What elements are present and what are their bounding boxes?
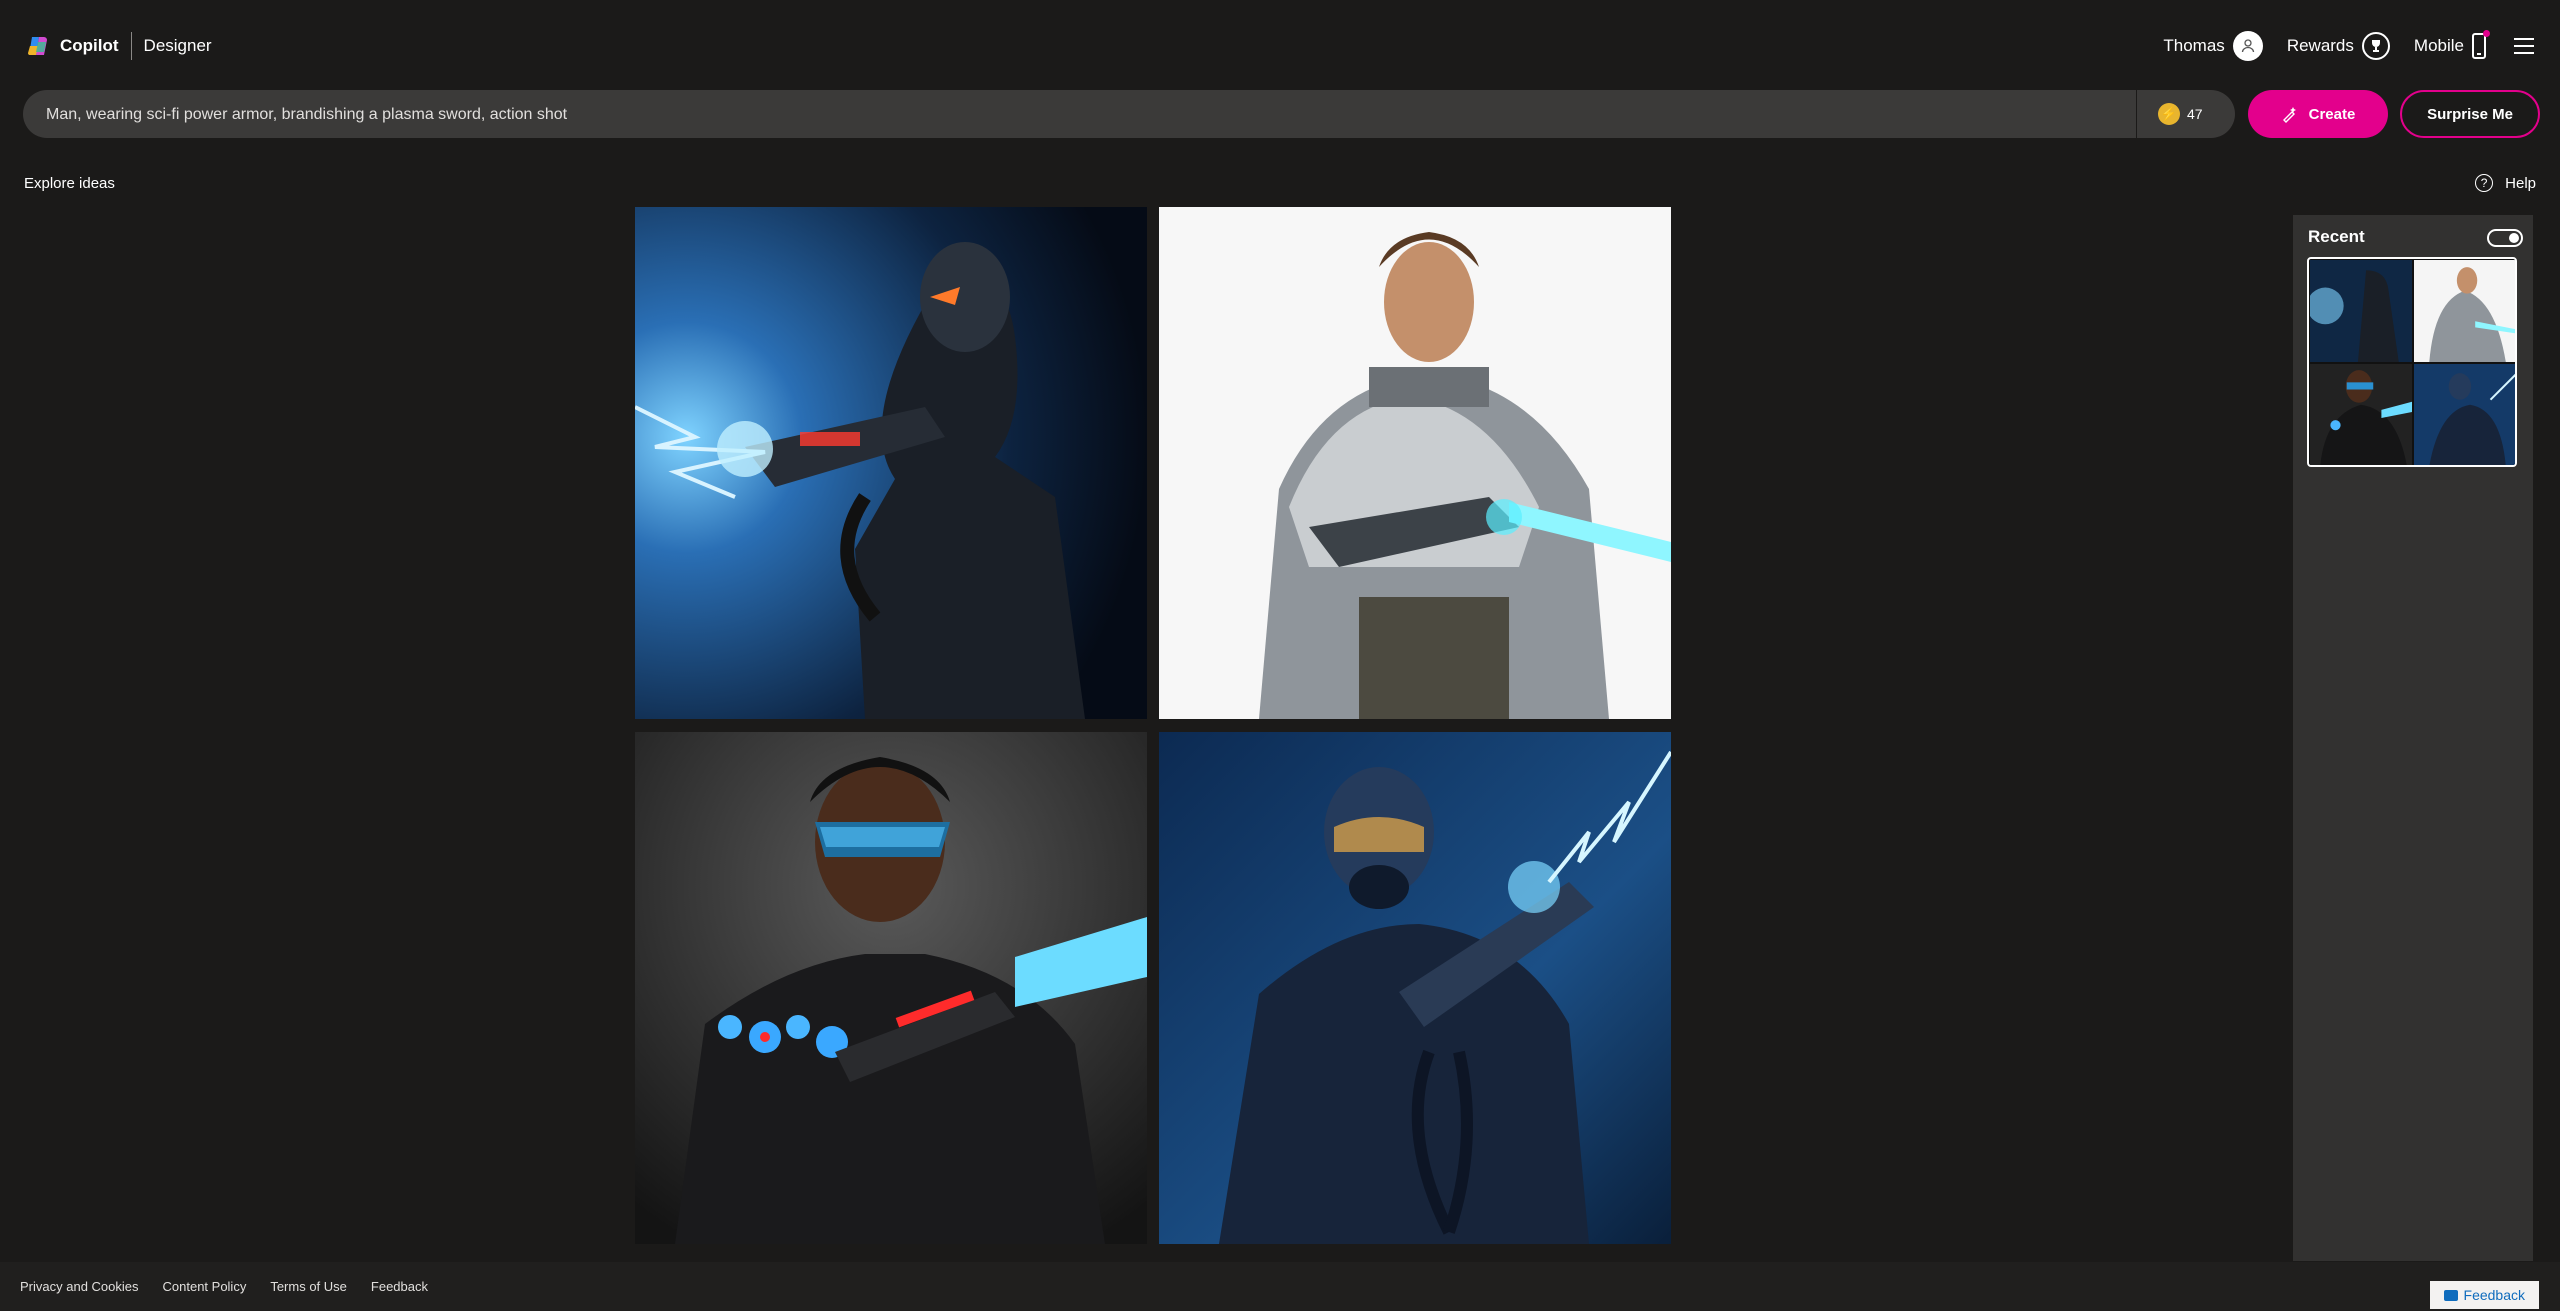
explore-ideas-link[interactable]: Explore ideas <box>24 175 115 192</box>
help-label: Help <box>2505 174 2536 192</box>
lightning-bolt-icon: ⚡ <box>2158 103 2180 125</box>
recent-title: Recent <box>2308 227 2365 246</box>
feedback-link[interactable]: Feedback <box>371 1279 428 1294</box>
brand-divider <box>130 32 132 60</box>
result-image-3-art <box>635 732 1147 1244</box>
result-image-3[interactable] <box>635 732 1147 1244</box>
header: Copilot Designer Thomas Rewards Mobile <box>0 0 2560 90</box>
avatar[interactable] <box>2232 31 2263 61</box>
user-name: Thomas <box>2163 36 2225 55</box>
chat-bubble-icon <box>2443 1289 2458 1301</box>
feedback-button-label: Feedback <box>2463 1287 2525 1303</box>
person-icon <box>2241 39 2254 53</box>
question-mark-icon: ? <box>2475 174 2494 192</box>
footer-links: Privacy and Cookies Content Policy Terms… <box>20 1279 452 1294</box>
terms-link[interactable]: Terms of Use <box>270 1279 347 1294</box>
boost-counter[interactable]: ⚡ 47 <box>2158 103 2203 125</box>
notification-dot <box>2483 30 2490 37</box>
privacy-link[interactable]: Privacy and Cookies <box>20 1279 139 1294</box>
create-button[interactable]: Create <box>2248 90 2388 138</box>
result-image-1[interactable] <box>635 207 1147 719</box>
product-name: Designer <box>143 36 212 55</box>
top-nav: Thomas Rewards Mobile <box>2139 30 2534 62</box>
recent-thumb-2 <box>2414 260 2515 362</box>
footer: Privacy and Cookies Content Policy Terms… <box>0 1262 2560 1311</box>
recent-thumb-1 <box>2310 260 2412 362</box>
rewards-label: Rewards <box>2286 36 2354 55</box>
surprise-me-button[interactable]: Surprise Me <box>2400 90 2540 138</box>
content-policy-link[interactable]: Content Policy <box>163 1279 247 1294</box>
hamburger-menu-icon[interactable] <box>2514 38 2534 54</box>
user-menu[interactable]: Thomas <box>2163 31 2263 61</box>
results-grid <box>635 207 1671 1244</box>
recent-thumb-4 <box>2414 364 2515 465</box>
mobile-link[interactable]: Mobile <box>2413 30 2490 59</box>
help-link[interactable]: ? Help <box>2475 174 2536 192</box>
brush-sparkle-icon <box>2282 107 2296 123</box>
brand-name: Copilot <box>60 36 119 55</box>
feedback-button[interactable]: Feedback <box>2429 1281 2539 1309</box>
result-image-2[interactable] <box>1159 207 1671 719</box>
rewards-link[interactable]: Rewards <box>2287 32 2390 60</box>
mobile-label: Mobile <box>2413 36 2464 55</box>
trophy-icon <box>2361 32 2390 60</box>
copilot-logo-icon <box>28 37 47 55</box>
result-image-2-art <box>1159 207 1671 719</box>
recent-thumb-3 <box>2310 364 2412 465</box>
result-image-1-art <box>635 207 1147 719</box>
create-label: Create <box>2308 105 2356 123</box>
recent-toggle[interactable] <box>2487 229 2523 247</box>
recent-item[interactable] <box>2307 257 2517 467</box>
mobile-phone-icon <box>2472 30 2490 59</box>
boost-count: 47 <box>2187 106 2203 122</box>
recent-panel: Recent <box>2293 215 2533 1261</box>
prompt-divider <box>2136 90 2137 138</box>
result-image-4-art <box>1159 732 1671 1244</box>
prompt-bar: ⚡ 47 <box>23 90 2235 140</box>
prompt-input[interactable] <box>44 90 2128 140</box>
result-image-4[interactable] <box>1159 732 1671 1244</box>
brand[interactable]: Copilot Designer <box>26 32 212 60</box>
